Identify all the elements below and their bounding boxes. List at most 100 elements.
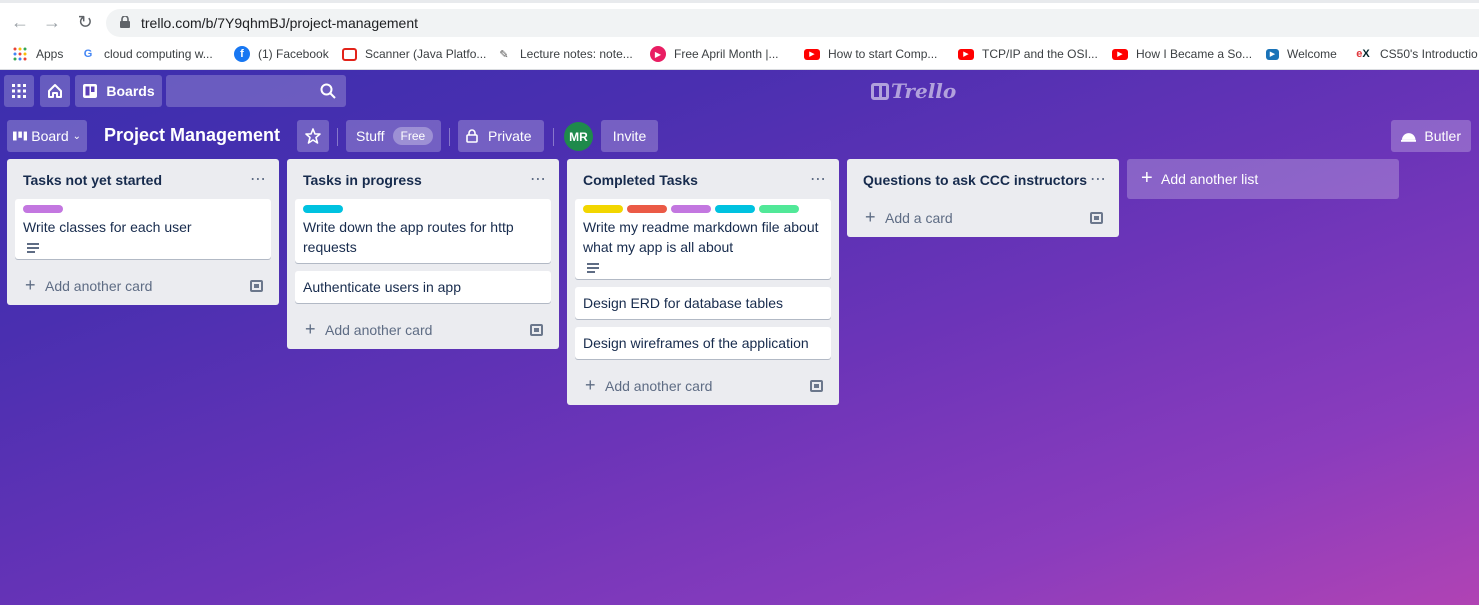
bookmark-cs50[interactable]: eX CS50's Introductio	[1354, 45, 1477, 63]
plus-icon: +	[25, 275, 36, 295]
invite-button[interactable]: Invite	[601, 120, 658, 152]
bookmarks-bar: Apps G cloud computing w... f (1) Facebo…	[0, 38, 1479, 70]
board-header: Board ⌄ Project Management Stuff Free Pr…	[0, 118, 1479, 152]
trello-logo-text: Trello	[891, 79, 957, 103]
back-arrow-icon[interactable]: ←	[10, 12, 30, 32]
list-title[interactable]: Tasks in progress	[303, 172, 422, 188]
google-icon: G	[83, 48, 93, 60]
divider	[553, 128, 554, 146]
card-template-icon[interactable]	[530, 324, 543, 336]
card-label-purple[interactable]	[23, 205, 63, 213]
youtube-icon: ▶	[1112, 48, 1128, 60]
forward-arrow-icon[interactable]: →	[42, 12, 62, 32]
trello-header: Boards	[0, 70, 1479, 112]
description-icon	[27, 243, 39, 253]
board-title[interactable]: Project Management	[104, 125, 280, 146]
list-title[interactable]: Tasks not yet started	[23, 172, 162, 188]
list-title[interactable]: Completed Tasks	[583, 172, 698, 188]
search-input[interactable]	[166, 75, 346, 107]
more-options-icon[interactable]: ⋯	[530, 169, 547, 189]
card-label-lime[interactable]	[759, 205, 799, 213]
bookmark-how-i-became[interactable]: ▶ How I Became a So...	[1112, 45, 1252, 63]
plan-badge: Free	[392, 127, 434, 145]
card[interactable]: Authenticate users in app	[295, 271, 551, 303]
card[interactable]: Write classes for each user	[15, 199, 271, 259]
bookmark-cloud-computing[interactable]: G cloud computing w...	[80, 45, 213, 63]
card-labels	[23, 205, 263, 213]
bookmark-label: Apps	[36, 47, 64, 61]
card-title: Authenticate users in app	[303, 279, 461, 295]
card[interactable]: Write down the app routes for http reque…	[295, 199, 551, 263]
board-view-label: Board	[31, 128, 69, 144]
list-title[interactable]: Questions to ask CCC instructors	[863, 172, 1087, 188]
bookmark-label: cloud computing w...	[104, 47, 213, 61]
board-view-icon	[13, 131, 28, 141]
plus-icon: +	[865, 207, 876, 227]
card-label-red[interactable]	[627, 205, 667, 213]
home-button[interactable]	[40, 75, 70, 107]
add-card-label: Add another card	[325, 322, 433, 338]
more-options-icon[interactable]: ⋯	[1090, 169, 1107, 189]
bookmark-welcome[interactable]: ▶ Welcome	[1266, 45, 1337, 63]
notes-icon: ✎	[499, 48, 509, 61]
url-text: trello.com/b/7Y9qhmBJ/project-management	[141, 15, 419, 31]
card-template-icon[interactable]	[250, 280, 263, 292]
card-title: Write my readme markdown file about what…	[583, 219, 819, 255]
search-icon	[320, 83, 336, 99]
boards-button[interactable]: Boards	[75, 75, 162, 107]
add-card-button[interactable]: + Add another card	[7, 267, 279, 305]
bookmark-apps[interactable]: Apps	[12, 45, 63, 63]
add-card-label: Add another card	[45, 278, 153, 294]
board-view-switcher[interactable]: Board ⌄	[7, 120, 87, 152]
bookmark-label: Welcome	[1287, 47, 1337, 61]
bookmark-lecture-notes[interactable]: ✎ Lecture notes: note...	[496, 45, 633, 63]
more-options-icon[interactable]: ⋯	[250, 169, 267, 189]
card[interactable]: Design ERD for database tables	[575, 287, 831, 319]
butler-bell-icon	[1401, 133, 1417, 142]
add-card-button[interactable]: + Add another card	[287, 311, 559, 349]
app-switcher-button[interactable]	[4, 75, 34, 107]
chevron-down-icon: ⌄	[72, 130, 81, 142]
add-card-button[interactable]: + Add another card	[567, 367, 839, 405]
avatar[interactable]: MR	[564, 122, 593, 151]
visibility-button[interactable]: Private	[458, 120, 544, 152]
card-label-sky[interactable]	[303, 205, 343, 213]
bookmark-tcp-ip[interactable]: ▶ TCP/IP and the OSI...	[958, 45, 1098, 63]
add-card-button[interactable]: + Add a card	[847, 199, 1119, 237]
bookmark-label: Lecture notes: note...	[520, 47, 633, 61]
card-label-yellow[interactable]	[583, 205, 623, 213]
youtube-icon: ▶	[804, 48, 820, 60]
add-list-button[interactable]: + Add another list	[1127, 159, 1399, 199]
card-template-icon[interactable]	[810, 380, 823, 392]
add-list-label: Add another list	[1161, 171, 1259, 187]
bookmark-how-to-start[interactable]: ▶ How to start Comp...	[804, 45, 937, 63]
reload-icon[interactable]: ↻	[75, 12, 95, 32]
card[interactable]: Write my readme markdown file about what…	[575, 199, 831, 279]
bookmark-label: TCP/IP and the OSI...	[982, 47, 1098, 61]
card-labels	[303, 205, 543, 213]
trello-logo-icon	[871, 82, 889, 100]
card-label-sky[interactable]	[715, 205, 755, 213]
home-icon	[48, 84, 62, 98]
add-card-label: Add another card	[605, 378, 713, 394]
list-tasks-not-started: Tasks not yet started ⋯ Write classes fo…	[7, 159, 279, 305]
bookmark-scanner[interactable]: Scanner (Java Platfo...	[342, 45, 486, 63]
bookmark-facebook[interactable]: f (1) Facebook	[234, 45, 329, 63]
trello-logo[interactable]: Trello	[871, 79, 956, 103]
star-button[interactable]	[297, 120, 329, 152]
more-options-icon[interactable]: ⋯	[810, 169, 827, 189]
url-field[interactable]: trello.com/b/7Y9qhmBJ/project-management	[106, 9, 1479, 37]
list-completed-tasks: Completed Tasks ⋯ Write my readme markdo…	[567, 159, 839, 405]
list-header: Questions to ask CCC instructors ⋯	[847, 159, 1119, 199]
bookmark-free-april[interactable]: ▶ Free April Month |...	[650, 45, 779, 63]
card-template-icon[interactable]	[1090, 212, 1103, 224]
card-label-purple[interactable]	[671, 205, 711, 213]
edx-icon: eX	[1356, 48, 1370, 60]
butler-button[interactable]: Butler	[1391, 120, 1471, 152]
list-tasks-in-progress: Tasks in progress ⋯ Write down the app r…	[287, 159, 559, 349]
team-button[interactable]: Stuff Free	[346, 120, 441, 152]
card[interactable]: Design wireframes of the application	[575, 327, 831, 359]
bookmark-label: How I Became a So...	[1136, 47, 1253, 61]
team-label: Stuff	[356, 128, 385, 144]
divider	[449, 128, 450, 146]
